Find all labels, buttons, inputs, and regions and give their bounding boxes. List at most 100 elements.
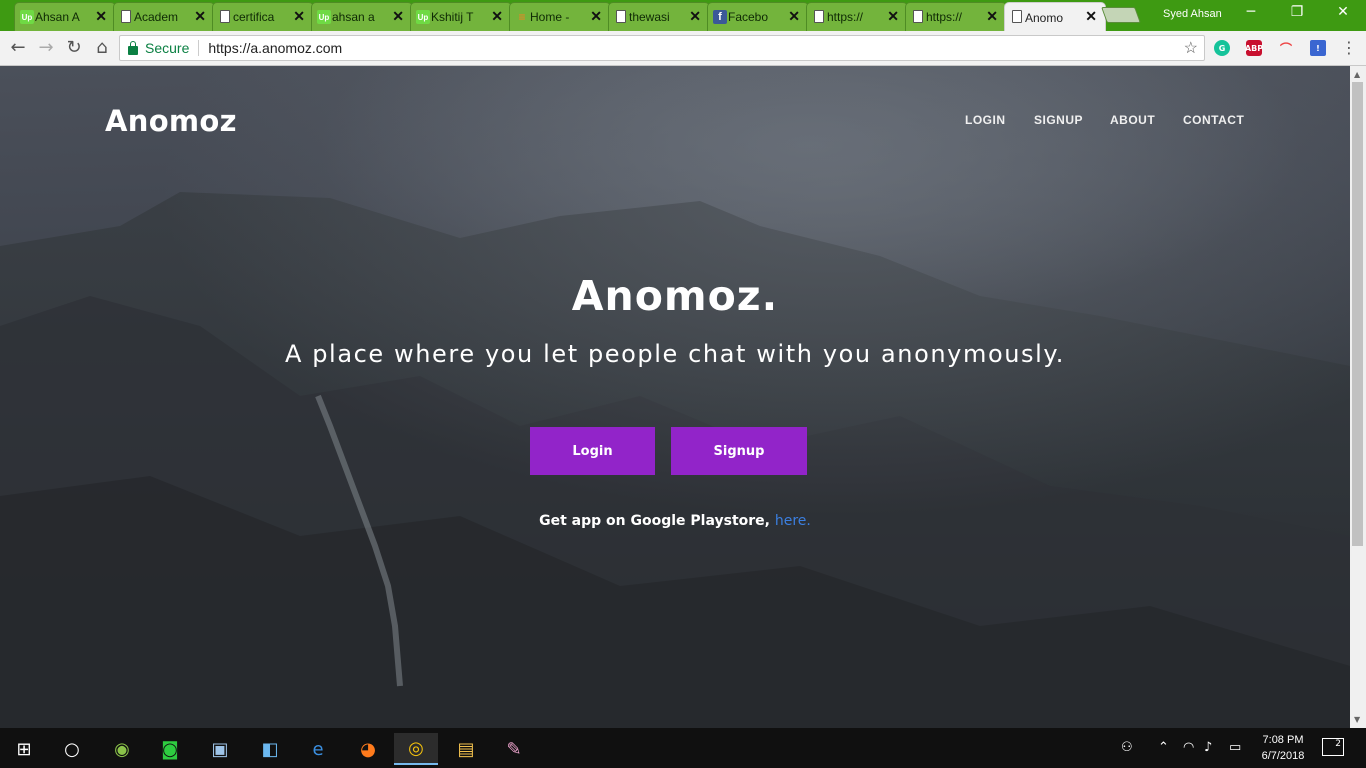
close-icon[interactable]: ✕	[986, 8, 998, 25]
toolbar: ← → ↻ ⌂ Secure https://a.anomoz.com ☆ G …	[0, 31, 1366, 66]
document-icon	[121, 10, 131, 23]
close-icon[interactable]: ✕	[491, 8, 503, 25]
menu-icon[interactable]: ⋮	[1338, 37, 1360, 59]
back-icon[interactable]: ←	[7, 37, 29, 59]
browser-tab[interactable]: https:// ✕	[905, 2, 1007, 31]
notification-center-icon[interactable]: 2	[1322, 738, 1344, 756]
tab-title: Home -	[530, 10, 570, 24]
profile-name[interactable]: Syed Ahsan	[1163, 8, 1222, 20]
adblock-icon[interactable]: ABP	[1245, 40, 1263, 56]
upwork-icon: Up	[416, 10, 430, 24]
tab-strip: Up Ahsan A ✕ Academ ✕ certifica ✕ Up ahs…	[0, 0, 1366, 32]
chevron-up-icon[interactable]: ⌃	[1158, 740, 1169, 755]
stackoverflow-icon: ≡	[518, 10, 526, 24]
document-icon	[220, 10, 230, 23]
browser-tab[interactable]: https:// ✕	[806, 2, 908, 31]
browser-tab[interactable]: Up Ahsan A ✕	[14, 2, 116, 31]
close-icon[interactable]: ✕	[293, 8, 305, 25]
facebook-icon: f	[713, 10, 727, 24]
reload-icon[interactable]: ↻	[63, 37, 85, 59]
browser-tab[interactable]: thewasi ✕	[608, 2, 710, 31]
close-icon[interactable]: ✕	[392, 8, 404, 25]
tab-title: Facebo	[728, 10, 769, 24]
address-bar[interactable]: Secure https://a.anomoz.com ☆	[119, 35, 1205, 61]
browser-tab[interactable]: Up ahsan a ✕	[311, 2, 413, 31]
tab-title: Kshitij T	[431, 10, 474, 24]
mountain-background	[0, 66, 1350, 728]
lock-icon	[128, 40, 138, 55]
bookmark-star-icon[interactable]: ☆	[1184, 38, 1198, 58]
security-label: Secure	[145, 40, 190, 56]
nav-login[interactable]: LOGIN	[965, 113, 1006, 127]
nav-about[interactable]: ABOUT	[1110, 113, 1155, 127]
nav-contact[interactable]: CONTACT	[1183, 113, 1244, 127]
file-explorer-icon[interactable]: ▤	[444, 733, 488, 765]
hero-title: Anomoz.	[571, 272, 779, 320]
app-download-label: Get app on Google Playstore,	[539, 513, 770, 529]
android-studio-icon[interactable]: ◉	[100, 733, 144, 765]
url-text[interactable]: https://a.anomoz.com	[208, 40, 342, 56]
close-icon[interactable]: ✕	[887, 8, 899, 25]
wifi-icon[interactable]: ◠	[1183, 740, 1194, 755]
close-icon[interactable]: ✕	[1085, 8, 1097, 25]
browser-tab[interactable]: certifica ✕	[212, 2, 314, 31]
browser-tab[interactable]: ≡ Home - ✕	[509, 2, 611, 31]
close-icon[interactable]: ✕	[689, 8, 701, 25]
clock[interactable]: 7:08 PM 6/7/2018	[1252, 732, 1314, 764]
clock-time: 7:08 PM	[1262, 734, 1304, 746]
scroll-down-icon[interactable]: ▼	[1354, 715, 1360, 724]
paint-icon[interactable]: ✎	[492, 733, 536, 765]
tab-title: thewasi	[629, 10, 670, 24]
mute-icon[interactable]: ♪	[1204, 740, 1212, 755]
page-viewport: Anomoz LOGIN SIGNUP ABOUT CONTACT Anomoz…	[0, 66, 1350, 728]
close-icon[interactable]: ✕	[590, 8, 602, 25]
upwork-icon: Up	[20, 10, 34, 24]
close-window-icon[interactable]: ✕	[1320, 4, 1366, 20]
document-icon	[814, 10, 824, 23]
tab-title: ahsan a	[332, 10, 375, 24]
close-icon[interactable]: ✕	[194, 8, 206, 25]
document-icon	[913, 10, 923, 23]
document-icon	[1012, 10, 1022, 23]
extension-icon[interactable]: ⌒	[1278, 40, 1294, 56]
scrollbar[interactable]: ▲ ▼	[1350, 66, 1366, 728]
windows-start-icon[interactable]: ⊞	[2, 733, 46, 765]
new-tab-button[interactable]	[1101, 7, 1141, 23]
login-button[interactable]: Login	[530, 427, 655, 475]
site-logo[interactable]: Anomoz	[105, 104, 237, 138]
chrome-icon[interactable]: ◎	[394, 733, 438, 765]
edge-icon[interactable]: e	[296, 733, 340, 765]
browser-tab[interactable]: Up Kshitij T ✕	[410, 2, 512, 31]
extension-icon[interactable]: !	[1310, 40, 1326, 56]
people-icon[interactable]: ⚇	[1121, 740, 1133, 755]
scroll-up-icon[interactable]: ▲	[1354, 70, 1360, 79]
camtasia-icon[interactable]: ◙	[148, 733, 192, 765]
browser-tab-active[interactable]: Anomo ✕	[1004, 2, 1106, 32]
browser-tab[interactable]: Academ ✕	[113, 2, 215, 31]
document-icon	[616, 10, 626, 23]
playstore-link[interactable]: here.	[775, 513, 811, 529]
divider	[198, 40, 200, 56]
browser-tab[interactable]: f Facebo ✕	[707, 2, 809, 31]
restore-icon[interactable]: ❐	[1274, 4, 1320, 20]
taskbar: ⊞ ○ ◉ ◙ ▣ ◧ e ◕ ◎ ▤ ✎ ⚇ ⌃ ◠ ♪ ▭ 7:08 PM …	[0, 728, 1366, 768]
battery-icon[interactable]: ▭	[1229, 740, 1241, 755]
nav-signup[interactable]: SIGNUP	[1034, 113, 1083, 127]
laptop-icon[interactable]: ◧	[248, 733, 292, 765]
signup-button[interactable]: Signup	[671, 427, 807, 475]
scrollbar-thumb[interactable]	[1352, 82, 1363, 546]
forward-icon[interactable]: →	[35, 37, 57, 59]
tab-title: certifica	[233, 10, 275, 24]
minimize-icon[interactable]: ─	[1228, 4, 1274, 20]
tab-title: https://	[827, 10, 864, 24]
home-icon[interactable]: ⌂	[91, 37, 113, 59]
computer-icon[interactable]: ▣	[198, 733, 242, 765]
close-icon[interactable]: ✕	[788, 8, 800, 25]
close-icon[interactable]: ✕	[95, 8, 107, 25]
firefox-icon[interactable]: ◕	[346, 733, 390, 765]
grammarly-icon[interactable]: G	[1214, 40, 1230, 56]
tab-title: https://	[926, 10, 963, 24]
tab-title: Academ	[134, 10, 179, 24]
cortana-icon[interactable]: ○	[50, 733, 94, 765]
upwork-icon: Up	[317, 10, 331, 24]
